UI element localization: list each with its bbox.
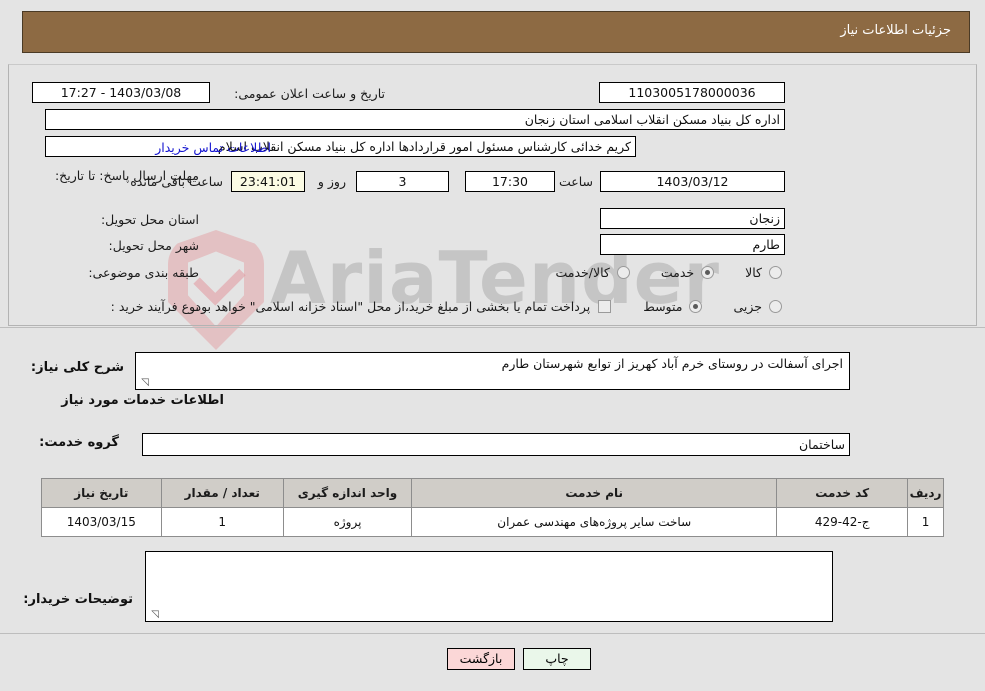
city-field-wrap: طارم	[600, 233, 785, 255]
service-group-field[interactable]: ساختمان	[142, 433, 850, 456]
category-option-khedmat[interactable]: خدمت	[659, 265, 717, 280]
announce-label-wrap: تاریخ و ساعت اعلان عمومی:	[234, 82, 385, 104]
col-code: کد خدمت	[776, 478, 909, 508]
announce-field-wrap: 1403/03/08 - 17:27	[32, 81, 210, 103]
process-options: جزیی متوسط پرداخت تمام یا بخشی از مبلغ خ…	[184, 295, 785, 317]
category-option-label-kala-khedmat: کالا/خدمت	[555, 264, 610, 280]
radio-icon-motavaset[interactable]	[689, 299, 703, 313]
announce-datetime-label: تاریخ و ساعت اعلان عمومی:	[234, 85, 385, 101]
panel-divider	[0, 327, 985, 328]
remaining-suffix-label: ساعت باقی مانده	[130, 173, 223, 189]
footer-divider	[0, 633, 985, 634]
category-option-label-kala: کالا	[745, 264, 762, 280]
category-option-kala[interactable]: کالا	[743, 265, 785, 280]
service-group-label: گروه خدمت:	[39, 435, 119, 450]
deadline-time-field[interactable]: 17:30	[465, 170, 555, 192]
resize-grip-icon[interactable]: ◹	[139, 378, 149, 388]
remaining-days-label-wrap: روز و	[318, 170, 346, 192]
deadline-hour-label-wrap: ساعت	[559, 170, 593, 192]
radio-icon-khedmat[interactable]	[701, 265, 715, 279]
print-button[interactable]: چاپ	[523, 648, 591, 670]
remaining-days-label: روز و	[317, 173, 346, 189]
deadline-date-wrap: 1403/03/12	[600, 170, 785, 192]
remaining-days-wrap: 3	[356, 170, 449, 192]
process-option-label-jozei: جزیی	[733, 298, 762, 314]
cell-unit: پروژه	[282, 507, 413, 537]
creator-field[interactable]: کریم خدائی کارشناس مسئول امور قراردادها …	[45, 135, 636, 157]
creator-field-wrap: کریم خدائی کارشناس مسئول امور قراردادها …	[45, 135, 636, 157]
col-radif: ردیف	[907, 478, 944, 508]
process-option-label-motavaset: متوسط	[643, 298, 683, 314]
col-date: تاریخ نیاز	[41, 478, 162, 508]
services-section-title: اطلاعات خدمات مورد نیاز	[61, 393, 224, 408]
deadline-hour-label: ساعت	[558, 173, 593, 189]
city-field[interactable]: طارم	[600, 233, 785, 255]
province-field[interactable]: زنجان	[600, 207, 785, 229]
remaining-suffix-wrap: ساعت باقی مانده	[130, 170, 223, 192]
category-option-label-khedmat: خدمت	[660, 264, 695, 280]
cell-date: 1403/03/15	[41, 507, 162, 537]
city-label: شهر محل تحویل:	[108, 237, 199, 253]
cell-radif: 1	[907, 507, 944, 537]
buyer-org-field[interactable]: اداره کل بنیاد مسکن انقلاب اسلامی استان …	[45, 108, 785, 130]
cell-code: ج-42-429	[776, 507, 909, 537]
description-textarea[interactable]: اجرای آسفالت در روستای خرم آباد کهریز از…	[135, 352, 850, 390]
radio-icon-kala-khedmat[interactable]	[616, 265, 630, 279]
resize-grip-icon-notes[interactable]: ◹	[149, 610, 159, 620]
category-option-kala-khedmat[interactable]: کالا/خدمت	[553, 265, 632, 280]
deadline-date-field[interactable]: 1403/03/12	[600, 170, 785, 192]
process-option-jozei[interactable]: جزیی	[731, 299, 785, 314]
col-unit: واحد اندازه گیری	[282, 478, 413, 508]
page-header: جزئیات اطلاعات نیاز	[22, 11, 970, 53]
buyer-contact-link[interactable]: اطلاعات تماس خریدار	[155, 140, 271, 155]
category-label: طبقه بندی موضوعی:	[88, 264, 199, 280]
remaining-clock-wrap: 23:41:01	[231, 170, 305, 192]
back-button[interactable]: بازگشت	[447, 648, 515, 670]
need-number-field-wrap: 1103005178000036	[599, 81, 785, 103]
treasury-option[interactable]: پرداخت تمام یا بخشی از مبلغ خرید،از محل …	[190, 299, 616, 314]
cell-quantity: 1	[160, 507, 284, 537]
buyer-notes-label: توضیحات خریدار:	[23, 592, 133, 607]
col-quantity: تعداد / مقدار	[160, 478, 284, 508]
remaining-days-field[interactable]: 3	[356, 170, 449, 192]
description-value: اجرای آسفالت در روستای خرم آباد کهریز از…	[501, 356, 843, 371]
page-root: AriaTender جزئیات اطلاعات نیاز شماره نیا…	[0, 0, 985, 691]
announce-datetime-field[interactable]: 1403/03/08 - 17:27	[32, 81, 210, 103]
remaining-clock-field: 23:41:01	[231, 170, 305, 192]
radio-icon-kala[interactable]	[769, 265, 782, 279]
table-row: 1 ج-42-429 ساخت سایر پروژه‌های مهندسی عم…	[41, 507, 944, 537]
province-label: استان محل تحویل:	[100, 211, 199, 227]
contact-link-wrap: اطلاعات تماس خریدار	[155, 136, 271, 158]
category-label-wrap: طبقه بندی موضوعی:	[88, 261, 199, 283]
need-number-field[interactable]: 1103005178000036	[599, 81, 785, 103]
buyer-org-field-wrap: اداره کل بنیاد مسکن انقلاب اسلامی استان …	[45, 108, 785, 130]
province-field-wrap: زنجان	[600, 207, 785, 229]
radio-icon-jozei[interactable]	[769, 299, 782, 313]
treasury-text: پرداخت تمام یا بخشی از مبلغ خرید،از محل …	[191, 298, 591, 314]
checkbox-icon-treasury[interactable]	[598, 299, 612, 313]
city-label-wrap: شهر محل تحویل:	[109, 234, 199, 256]
services-table: ردیف کد خدمت نام خدمت واحد اندازه گیری ت…	[41, 478, 944, 537]
buyer-notes-textarea[interactable]: ◹	[145, 551, 833, 622]
process-option-motavaset[interactable]: متوسط	[641, 299, 705, 314]
page-title: جزئیات اطلاعات نیاز	[840, 23, 951, 38]
category-options: کالا خدمت کالا/خدمت	[527, 261, 785, 283]
table-header-row: ردیف کد خدمت نام خدمت واحد اندازه گیری ت…	[41, 478, 944, 508]
deadline-time-wrap: 17:30	[465, 170, 555, 192]
province-label-wrap: استان محل تحویل:	[101, 208, 199, 230]
cell-name: ساخت سایر پروژه‌های مهندسی عمران	[411, 507, 778, 537]
description-label: شرح کلی نیاز:	[30, 360, 124, 375]
col-name: نام خدمت	[411, 478, 778, 508]
